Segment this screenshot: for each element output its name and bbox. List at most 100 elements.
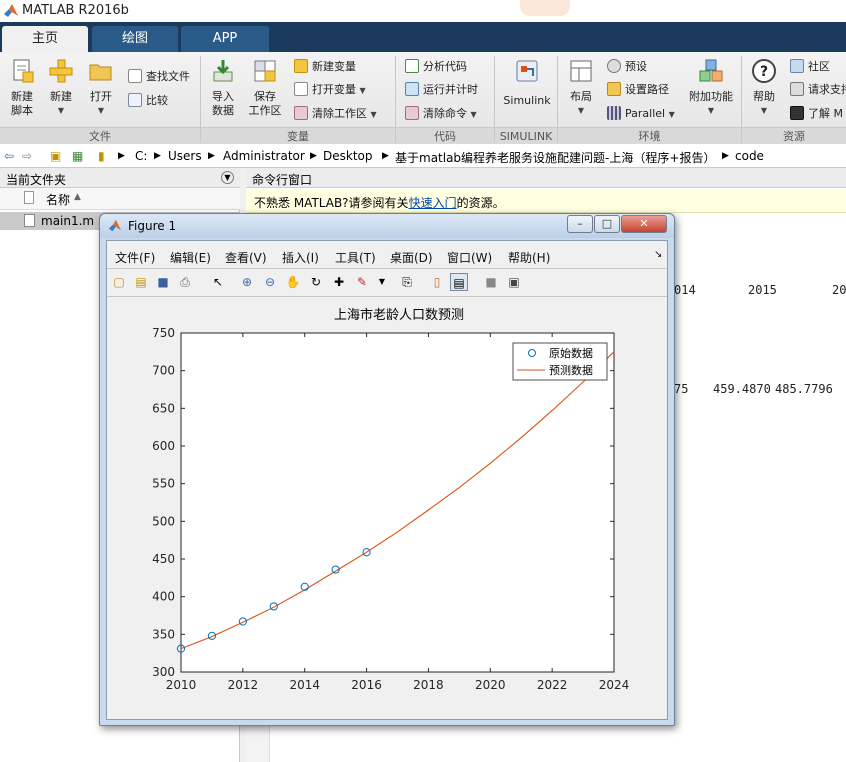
set-path-label: 设置路径 (625, 83, 669, 96)
layout-label: 布局 (570, 90, 592, 103)
group-label-file: 文件 (0, 127, 200, 144)
menu-window[interactable]: 窗口(W) (447, 249, 492, 266)
open-label: 打开 (90, 90, 112, 103)
path-segment[interactable]: 基于matlab编程养老服务设施配建问题-上海（程序+报告） (395, 149, 715, 166)
pointer-icon[interactable]: ↖ (209, 273, 227, 291)
close-button[interactable]: ✕ (621, 215, 667, 233)
set-path-button[interactable]: 设置路径 (607, 81, 669, 99)
learn-matlab-button[interactable]: 了解 M (790, 105, 843, 123)
path-segment[interactable]: code (735, 149, 764, 163)
path-segment[interactable]: Administrator (223, 149, 305, 163)
menu-file[interactable]: 文件(F) (115, 249, 155, 266)
link-plot-icon[interactable]: ⎘ (398, 273, 416, 291)
menu-help[interactable]: 帮助(H) (508, 249, 550, 266)
compare-button[interactable]: 比较 (128, 92, 168, 110)
help-button[interactable]: ? 帮助 ▼ (746, 58, 782, 118)
folder-icon: ▮ (98, 149, 105, 163)
open-variable-button[interactable]: 打开变量 ▼ (294, 81, 366, 99)
quick-start-link[interactable]: 快速入门 (409, 196, 457, 210)
request-support-button[interactable]: 请求支持 (790, 81, 846, 99)
menu-edit[interactable]: 编辑(E) (170, 249, 211, 266)
menu-view[interactable]: 查看(V) (225, 249, 267, 266)
population-chart[interactable]: 上海市老龄人口数预测 300 350 400 450 500 550 600 650 700 75… (107, 301, 667, 719)
save-icon[interactable]: ■ (154, 273, 172, 291)
brush-icon[interactable]: ✎ (353, 273, 371, 291)
find-files-button[interactable]: 查找文件 (128, 68, 190, 86)
pan-hand-icon[interactable]: ✋ (284, 273, 302, 291)
x-tick-label: 2010 (166, 678, 197, 692)
legend-icon[interactable]: ▤ (450, 273, 468, 291)
output-year: 2015 (748, 283, 777, 297)
run-and-time-button[interactable]: 运行并计时 (405, 81, 478, 99)
path-segment[interactable]: Desktop (323, 149, 373, 163)
new-variable-button[interactable]: 新建变量 (294, 58, 356, 76)
parallel-button[interactable]: Parallel ▼ (607, 105, 675, 123)
clear-commands-button[interactable]: 清除命令 ▼ (405, 105, 477, 123)
forward-arrow-icon[interactable]: ⇨ (22, 149, 32, 163)
sort-ascending-icon: ▲ (74, 192, 81, 202)
path-segment[interactable]: Users (168, 149, 202, 163)
open-button[interactable]: 打开 ▼ (84, 58, 118, 118)
save-workspace-icon (254, 60, 276, 82)
output-value: 485.7796 (775, 382, 833, 396)
parallel-icon (607, 106, 621, 120)
new-figure-icon[interactable]: ▢ (110, 273, 128, 291)
x-tick-label: 2016 (351, 678, 382, 692)
import-icon (213, 60, 233, 82)
figure-title-bar[interactable]: Figure 1 – □ ✕ (100, 214, 674, 238)
preferences-button[interactable]: 预设 (607, 58, 647, 76)
group-label-resources: 资源 (742, 127, 846, 144)
legend[interactable]: 原始数据 预测数据 (512, 342, 608, 381)
tab-apps[interactable]: APP (181, 26, 269, 52)
path-separator-icon: ▶ (722, 151, 729, 161)
new-button[interactable]: 新建 ▼ (44, 58, 78, 118)
request-support-label: 请求支持 (808, 83, 846, 96)
import-data-button[interactable]: 导入 数据 (205, 58, 241, 118)
print-icon[interactable]: ⎙ (176, 273, 194, 291)
file-name: main1.m (41, 214, 95, 228)
stopwatch-icon (405, 82, 419, 96)
browse-folder-icon[interactable]: ▦ (72, 149, 83, 163)
analyze-code-button[interactable]: 分析代码 (405, 58, 467, 76)
save-workspace-button[interactable]: 保存 工作区 (246, 58, 284, 118)
eraser-icon (405, 106, 419, 120)
community-button[interactable]: 社区 (790, 58, 830, 76)
new-script-button[interactable]: 新建 脚本 (5, 58, 39, 118)
tab-home[interactable]: 主页 (2, 26, 88, 52)
zoom-in-icon[interactable]: ⊕ (238, 273, 256, 291)
chevron-down-icon[interactable]: ▼ (373, 273, 391, 291)
svg-text:?: ? (760, 64, 768, 80)
zoom-out-icon[interactable]: ⊖ (261, 273, 279, 291)
simulink-icon (516, 60, 538, 82)
simulink-button[interactable]: Simulink (500, 58, 554, 108)
menu-tools[interactable]: 工具(T) (335, 249, 376, 266)
up-folder-icon[interactable]: ▣ (50, 149, 61, 163)
column-header[interactable]: 名称 ▲ (0, 188, 240, 210)
tab-plots[interactable]: 绘图 (92, 26, 178, 52)
path-separator-icon: ▶ (154, 151, 161, 161)
figure-window: Figure 1 – □ ✕ 文件(F) 编辑(E) 查看(V) 插入(I) 工… (99, 213, 675, 726)
layout-button[interactable]: 布局 ▼ (563, 58, 599, 118)
path-segment[interactable]: C: (135, 149, 147, 163)
path-separator-icon: ▶ (382, 151, 389, 161)
add-ons-button[interactable]: 附加功能 ▼ (686, 58, 736, 118)
group-label-simulink: SIMULINK (495, 127, 557, 144)
open-file-icon[interactable]: ▤ (132, 273, 150, 291)
minimize-button[interactable]: – (567, 215, 593, 233)
maximize-button[interactable]: □ (594, 215, 620, 233)
rotate-3d-icon[interactable]: ↻ (307, 273, 325, 291)
panel-menu-icon[interactable]: ▼ (221, 171, 234, 184)
back-arrow-icon[interactable]: ⇦ (4, 149, 14, 163)
menu-desktop[interactable]: 桌面(D) (390, 249, 433, 266)
clear-workspace-label: 清除工作区 (312, 107, 367, 120)
clear-workspace-button[interactable]: 清除工作区 ▼ (294, 105, 377, 123)
data-cursor-icon[interactable]: ✚ (330, 273, 348, 291)
matlab-logo-icon (108, 219, 122, 232)
menu-dock-icon[interactable]: ↘ (654, 249, 662, 260)
chevron-down-icon: ▼ (707, 106, 715, 115)
path-separator-icon: ▶ (118, 151, 125, 161)
hide-plot-tools-icon[interactable]: ■ (482, 273, 500, 291)
colorbar-icon[interactable]: ▯ (428, 273, 446, 291)
show-plot-tools-icon[interactable]: ▣ (505, 273, 523, 291)
menu-insert[interactable]: 插入(I) (282, 249, 319, 266)
